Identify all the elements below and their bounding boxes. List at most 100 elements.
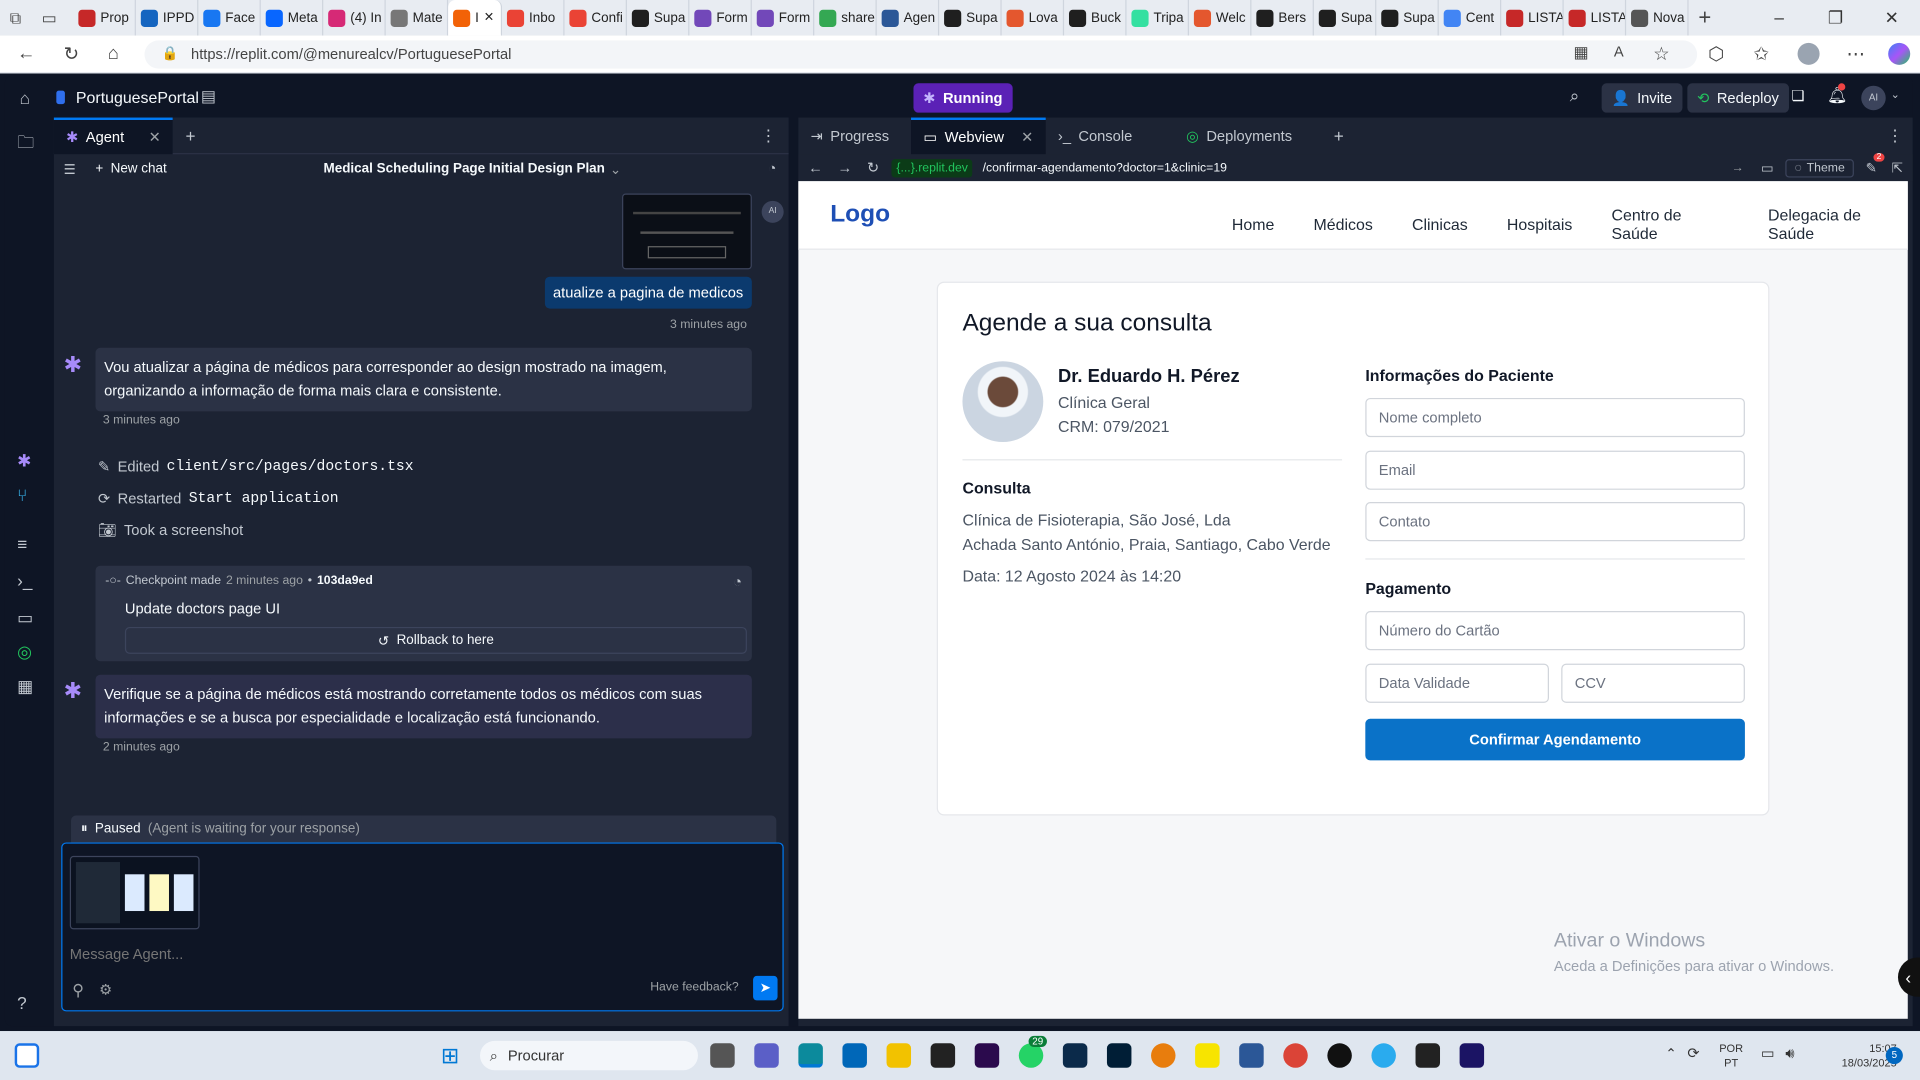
search-icon[interactable]: ⌕ xyxy=(1570,86,1580,107)
close-icon[interactable]: ✕ xyxy=(1021,129,1033,146)
attached-image[interactable] xyxy=(69,855,200,930)
site-nav-link[interactable]: Home xyxy=(1232,215,1274,233)
shell-icon[interactable]: ›_ xyxy=(17,571,32,591)
preview-icon[interactable]: ▭ xyxy=(17,607,33,628)
home-icon[interactable]: ⌂ xyxy=(108,43,119,64)
more-icon[interactable]: ⋯ xyxy=(1847,43,1865,65)
sync-icon[interactable]: ⟳ xyxy=(1687,1044,1699,1061)
new-tab-icon[interactable]: + xyxy=(1698,5,1711,31)
browser-tab[interactable]: Supa xyxy=(1376,0,1439,36)
browser-tab[interactable]: Lova xyxy=(1002,0,1065,36)
notification-count[interactable]: 5 xyxy=(1885,1046,1903,1065)
minimize-icon[interactable]: – xyxy=(1751,0,1807,36)
deployments-icon[interactable]: ◎ xyxy=(17,642,32,663)
browser-tab[interactable]: Buck xyxy=(1064,0,1127,36)
browser-tab[interactable]: Tripa xyxy=(1127,0,1189,36)
site-logo[interactable]: Logo xyxy=(830,201,890,229)
browser-tab[interactable]: Bers xyxy=(1251,0,1314,36)
forward-icon[interactable]: → xyxy=(838,159,853,176)
site-nav-link[interactable]: Delegacia de Saúde xyxy=(1768,206,1908,243)
browser-tab[interactable]: Prop xyxy=(73,0,136,36)
webview-path[interactable]: /confirmar-agendamento?doctor=1&clinic=1… xyxy=(983,161,1227,174)
more-vertical-icon[interactable]: ⋮ xyxy=(1887,126,1903,146)
browser-tab[interactable]: share xyxy=(814,0,877,36)
browser-tab[interactable]: Form xyxy=(752,0,815,36)
extensions-icon[interactable]: ⬡ xyxy=(1708,43,1724,65)
more-vertical-icon[interactable]: ⋮ xyxy=(760,126,776,146)
close-window-icon[interactable]: ✕ xyxy=(1864,0,1920,36)
run-status-button[interactable]: ✱ Running xyxy=(913,83,1013,113)
favorites-bar-icon[interactable]: ✩ xyxy=(1753,43,1768,65)
avatar[interactable]: AI xyxy=(1861,85,1886,111)
browser-tab[interactable]: Confi xyxy=(564,0,627,36)
open-new-tab-icon[interactable]: ⇱ xyxy=(1892,160,1903,176)
blender-icon[interactable] xyxy=(1151,1043,1176,1068)
multiplayer-icon[interactable]: ❏ xyxy=(1791,87,1804,104)
tab-webview[interactable]: ▭ Webview ✕ xyxy=(911,117,1046,155)
new-chat-icon[interactable]: + xyxy=(95,162,103,177)
domain-badge[interactable]: {...}.replit.dev xyxy=(891,158,973,177)
close-tab-icon[interactable]: ✕ xyxy=(484,11,494,24)
attached-screenshot[interactable] xyxy=(622,193,752,270)
media-encoder-icon[interactable] xyxy=(1459,1043,1485,1068)
git-icon[interactable]: ⑂ xyxy=(17,485,27,505)
tab-agent[interactable]: ✱ Agent ✕ xyxy=(53,116,174,154)
vertical-tabs-icon[interactable]: ▭ xyxy=(42,8,74,28)
volume-icon[interactable]: 🔊︎ xyxy=(1785,1044,1794,1062)
start-icon[interactable]: ⊞ xyxy=(441,1043,459,1069)
close-icon[interactable]: ✕ xyxy=(149,128,161,145)
new-chat-button[interactable]: New chat xyxy=(111,162,167,177)
tab-progress[interactable]: ⇥ Progress xyxy=(798,118,901,155)
redeploy-button[interactable]: ⟲ Redeploy xyxy=(1687,83,1789,113)
browser-tab[interactable]: Supa xyxy=(1314,0,1377,36)
profile-icon[interactable] xyxy=(1797,42,1820,65)
browser-tab[interactable]: I ✕ xyxy=(448,0,503,36)
agent-icon[interactable]: ✱ xyxy=(17,451,31,472)
browser-tab[interactable]: Agen xyxy=(877,0,940,36)
taskbar-search[interactable]: ⌕ Procurar xyxy=(480,1040,698,1071)
name-field[interactable]: Nome completo xyxy=(1365,397,1745,438)
chevron-down-icon[interactable]: ⌄ xyxy=(1891,88,1900,101)
message-input[interactable] xyxy=(69,941,756,967)
settings-icon[interactable]: ⚙ xyxy=(99,981,112,998)
confirm-button[interactable]: Confirmar Agendamento xyxy=(1365,718,1745,761)
tab-actions-icon[interactable]: ⧉ xyxy=(10,8,42,28)
refresh-icon[interactable]: ↻ xyxy=(64,43,79,65)
photoshop-icon[interactable] xyxy=(1106,1043,1132,1068)
history-icon[interactable]: ◔ xyxy=(733,573,742,590)
browser-tab[interactable]: LISTA xyxy=(1564,0,1627,36)
chrome-icon[interactable] xyxy=(1283,1043,1308,1068)
action-edited[interactable]: ✎ Edited client/src/pages/doctors.tsx xyxy=(98,458,414,475)
favorite-icon[interactable]: ☆ xyxy=(1653,43,1669,65)
go-icon[interactable]: → xyxy=(1732,161,1744,174)
ccv-field[interactable]: CCV xyxy=(1561,663,1745,703)
browser-tab[interactable]: LISTA xyxy=(1501,0,1564,36)
browser-tab[interactable]: Supa xyxy=(627,0,690,36)
davinci-icon[interactable] xyxy=(930,1043,956,1068)
chevron-down-icon[interactable]: ⌄ xyxy=(610,161,621,177)
action-restarted[interactable]: ⟳ Restarted Start application xyxy=(98,490,339,507)
task-view-icon[interactable] xyxy=(710,1043,735,1068)
telegram-icon[interactable] xyxy=(1371,1043,1396,1068)
site-nav-link[interactable]: Clinicas xyxy=(1412,215,1468,233)
help-icon[interactable]: ? xyxy=(17,993,27,1013)
browser-tab[interactable]: (4) In xyxy=(323,0,386,36)
browser-tab[interactable]: Meta xyxy=(261,0,324,36)
upwork-icon[interactable] xyxy=(1327,1043,1352,1068)
browser-tab[interactable]: Form xyxy=(689,0,752,36)
browser-tab[interactable]: IPPD xyxy=(136,0,199,36)
project-name[interactable]: PortuguesePortal xyxy=(76,88,199,106)
edge-icon[interactable] xyxy=(798,1043,823,1068)
wrench-icon[interactable]: ✎ 2 xyxy=(1866,152,1886,176)
site-nav-link[interactable]: Centro de Saúde xyxy=(1612,206,1729,243)
send-button[interactable]: ➤ xyxy=(753,975,778,1001)
explorer-icon[interactable] xyxy=(886,1043,912,1068)
contact-field[interactable]: Contato xyxy=(1365,502,1745,542)
calculator-icon[interactable] xyxy=(1239,1043,1264,1068)
browser-tab[interactable]: Welc xyxy=(1189,0,1252,36)
project-info-icon[interactable]: ▤ xyxy=(201,87,216,107)
sticky-notes-icon[interactable] xyxy=(1195,1043,1220,1068)
chevron-up-icon[interactable]: ⌃ xyxy=(1665,1046,1676,1062)
widgets-icon[interactable] xyxy=(14,1043,40,1068)
url-field[interactable]: 🔒 https://replit.com/@menurealcv/Portugu… xyxy=(144,40,1698,69)
